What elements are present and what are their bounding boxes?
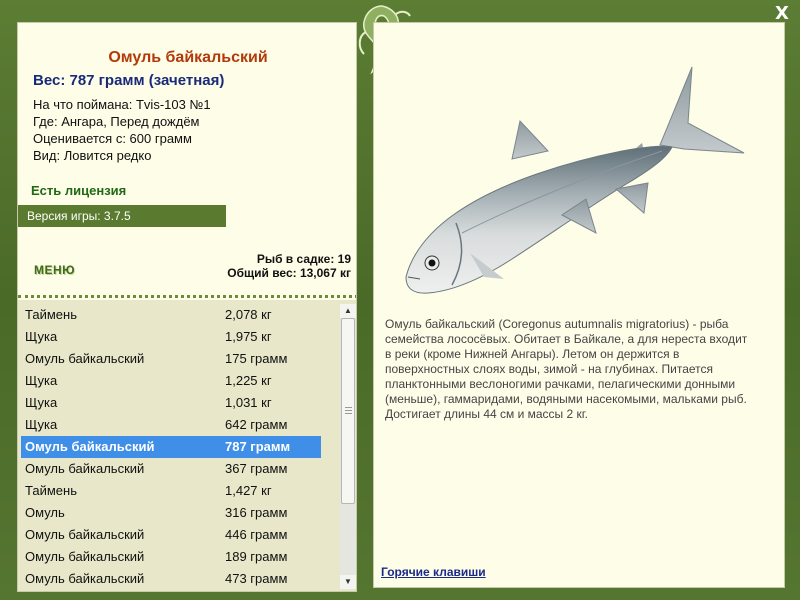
dotted-divider — [18, 295, 356, 298]
min-weight-info: Оценивается с: 600 грамм — [33, 131, 192, 146]
catch-fish-name: Щука — [25, 395, 58, 410]
catch-row[interactable]: Щука 1,975 кг — [21, 326, 321, 348]
catch-fish-name: Омуль байкальский — [25, 439, 155, 454]
catch-fish-weight: 787 грамм — [225, 439, 291, 454]
scroll-down-icon[interactable]: ▼ — [340, 575, 356, 589]
scrollbar[interactable]: ▲ ▼ — [340, 304, 356, 589]
catch-fish-name: Таймень — [25, 307, 77, 322]
close-icon: X — [775, 3, 789, 24]
fish-count: Рыб в садке: 19 — [256, 252, 351, 266]
catch-fish-name: Омуль байкальский — [25, 351, 145, 366]
catch-row[interactable]: Омуль байкальский 175 грамм — [21, 348, 321, 370]
scroll-thumb[interactable] — [341, 318, 355, 504]
catch-row[interactable]: Омуль 316 грамм — [21, 502, 321, 524]
catch-fish-name: Щука — [25, 373, 58, 388]
catch-row[interactable]: Омуль байкальский 189 грамм — [21, 546, 321, 568]
catch-row[interactable]: Омуль байкальский 367 грамм — [21, 458, 321, 480]
rarity-info: Вид: Ловится редко — [33, 148, 152, 163]
bait-info: На что поймана: Tvis-103 №1 — [33, 97, 211, 112]
catch-row[interactable]: Таймень 2,078 кг — [21, 304, 321, 326]
fish-image — [405, 66, 745, 294]
catch-fish-name: Омуль байкальский — [25, 549, 145, 564]
fish-title: Омуль байкальский — [108, 49, 268, 66]
fish-description: Омуль байкальский (Coregonus autumnalis … — [385, 317, 748, 421]
catch-fish-weight: 367 грамм — [225, 461, 288, 476]
catch-fish-name: Омуль — [25, 505, 65, 520]
catch-info-panel: Омуль байкальский Вес: 787 грамм (зачетн… — [17, 22, 357, 592]
catch-fish-weight: 175 грамм — [225, 351, 288, 366]
catch-fish-name: Омуль байкальский — [25, 527, 145, 542]
hotkeys-link[interactable]: Горячие клавиши — [381, 565, 486, 579]
fish-weight: Вес: 787 грамм (зачетная) — [33, 72, 225, 89]
catch-row[interactable]: Таймень 1,427 кг — [21, 480, 321, 502]
license-status: Есть лицензия — [31, 183, 127, 198]
catch-fish-name: Щука — [25, 417, 58, 432]
close-button[interactable]: X — [772, 4, 792, 24]
catch-fish-name: Омуль байкальский — [25, 571, 145, 586]
catch-fish-weight: 473 грамм — [225, 571, 288, 586]
catch-row[interactable]: Омуль байкальский 446 грамм — [21, 524, 321, 546]
catch-fish-weight: 642 грамм — [225, 417, 288, 432]
catch-row[interactable]: Омуль байкальский 473 грамм — [21, 568, 321, 590]
catch-row[interactable]: Щука 642 грамм — [21, 414, 321, 436]
scroll-up-icon[interactable]: ▲ — [340, 304, 356, 318]
catch-fish-weight: 316 грамм — [225, 505, 288, 520]
catch-fish-weight: 1,031 кг — [225, 395, 272, 410]
catch-row[interactable]: Щука 1,031 кг — [21, 392, 321, 414]
catch-details: На что поймана: Tvis-103 №1 Где: Ангара,… — [33, 96, 211, 164]
catch-fish-name: Омуль байкальский — [25, 461, 145, 476]
fish-description-panel: Омуль байкальский (Coregonus autumnalis … — [373, 22, 785, 588]
keepnet-stats: Рыб в садке: 19 Общий вес: 13,067 кг — [227, 252, 351, 280]
catch-fish-name: Щука — [25, 329, 58, 344]
total-weight: Общий вес: 13,067 кг — [227, 266, 351, 280]
catch-fish-weight: 1,427 кг — [225, 483, 272, 498]
catch-fish-weight: 2,078 кг — [225, 307, 272, 322]
catch-row[interactable]: Щука 1,225 кг — [21, 370, 321, 392]
catch-list[interactable]: Таймень 2,078 кг Щука 1,975 кг Омуль байкаль… — [18, 300, 356, 591]
catch-fish-weight: 446 грамм — [225, 527, 288, 542]
catch-fish-weight: 1,975 кг — [225, 329, 272, 344]
game-version: Версия игры: 3.7.5 — [18, 205, 226, 227]
menu-button[interactable]: МЕНЮ — [34, 263, 75, 277]
catch-fish-name: Таймень — [25, 483, 77, 498]
catch-fish-weight: 189 грамм — [225, 549, 288, 564]
catch-fish-weight: 1,225 кг — [225, 373, 272, 388]
catch-row-selected[interactable]: Омуль байкальский 787 грамм — [21, 436, 321, 458]
location-info: Где: Ангара, Перед дождём — [33, 114, 200, 129]
